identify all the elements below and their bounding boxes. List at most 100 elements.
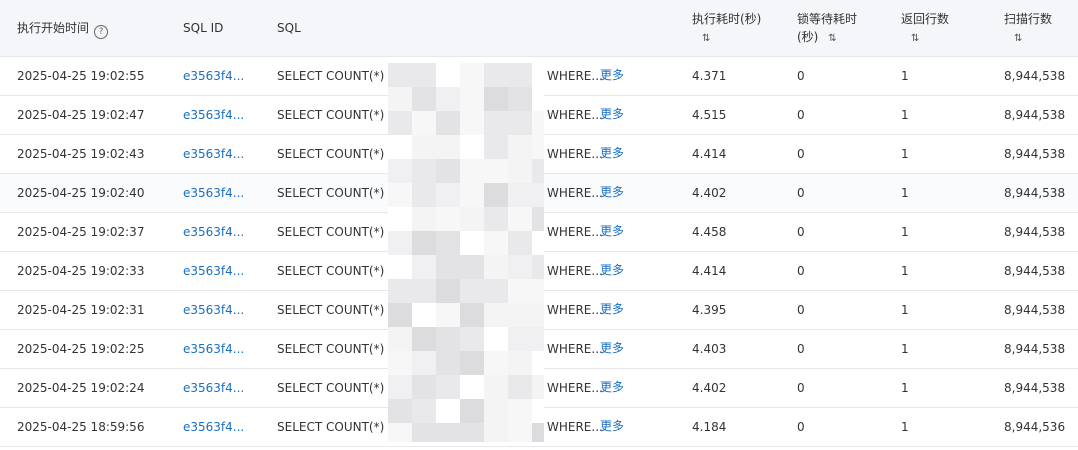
redaction-pixel xyxy=(532,255,544,279)
header-exec-time[interactable]: 执行耗时(秒) ⇅ xyxy=(692,10,761,48)
redaction-pixel xyxy=(460,63,484,87)
more-link[interactable]: 更多 xyxy=(600,134,624,172)
rows-scanned-cell: 8,944,538 xyxy=(1004,303,1066,317)
header-lock-time[interactable]: 锁等待耗时 (秒) ⇅ xyxy=(797,10,857,48)
more-link[interactable]: 更多 xyxy=(600,56,624,94)
redaction-pixel xyxy=(460,303,484,327)
sort-icon[interactable]: ⇅ xyxy=(828,30,836,48)
rows-returned-cell: 1 xyxy=(901,108,909,122)
redaction-pixel xyxy=(508,279,532,303)
more-link[interactable]: 更多 xyxy=(600,329,624,367)
redaction-pixel xyxy=(412,231,436,255)
rows-returned-cell: 1 xyxy=(901,264,909,278)
redaction-pixel xyxy=(388,375,412,399)
sql-text-suffix: WHERE... xyxy=(547,186,603,200)
redaction-pixel xyxy=(460,183,484,207)
redaction-pixel xyxy=(532,327,544,351)
start-time-cell: 2025-04-25 19:02:31 xyxy=(17,303,145,317)
redaction-pixel xyxy=(460,207,484,231)
sql-id-link[interactable]: e3563f4... xyxy=(183,330,244,368)
sql-id-link[interactable]: e3563f4... xyxy=(183,408,244,446)
redaction-pixel xyxy=(436,87,460,111)
more-link[interactable]: 更多 xyxy=(600,251,624,289)
redaction-pixel xyxy=(436,279,460,303)
redaction-pixel xyxy=(412,159,436,183)
redaction-pixel xyxy=(484,399,508,423)
redaction-pixel xyxy=(460,255,484,279)
sql-text-cell: SELECT COUNT(*) AS xyxy=(277,303,404,317)
exec-time-cell: 4.184 xyxy=(692,420,727,434)
exec-time-cell: 4.403 xyxy=(692,342,727,356)
sort-icon[interactable]: ⇅ xyxy=(1014,30,1022,48)
redaction-pixel xyxy=(460,135,484,159)
start-time-cell: 2025-04-25 19:02:37 xyxy=(17,225,145,239)
rows-returned-cell: 1 xyxy=(901,420,909,434)
sort-icon[interactable]: ⇅ xyxy=(702,30,710,48)
sort-icon[interactable]: ⇅ xyxy=(911,30,919,48)
redaction-pixel xyxy=(460,231,484,255)
more-link[interactable]: 更多 xyxy=(600,407,624,445)
more-link[interactable]: 更多 xyxy=(600,173,624,211)
redaction-pixel xyxy=(436,399,460,423)
redaction-pixel xyxy=(532,111,544,135)
redaction-pixel xyxy=(484,87,508,111)
redaction-pixel xyxy=(388,231,412,255)
sql-text-cell: SELECT COUNT(*) AS xyxy=(277,69,404,83)
header-rows-returned[interactable]: 返回行数 ⇅ xyxy=(901,10,949,48)
redaction-pixel xyxy=(436,375,460,399)
redaction-pixel xyxy=(532,207,544,231)
sql-id-link[interactable]: e3563f4... xyxy=(183,291,244,329)
rows-returned-cell: 1 xyxy=(901,381,909,395)
redaction-pixel xyxy=(532,423,544,442)
sql-id-link[interactable]: e3563f4... xyxy=(183,96,244,134)
redaction-pixel xyxy=(484,303,508,327)
start-time-cell: 2025-04-25 19:02:24 xyxy=(17,381,145,395)
sql-text-cell: SELECT COUNT(*) AS xyxy=(277,108,404,122)
redaction-pixel xyxy=(532,159,544,183)
redaction-pixel xyxy=(508,399,532,423)
redaction-pixel xyxy=(412,207,436,231)
redaction-pixel xyxy=(460,87,484,111)
slow-sql-table: 执行开始时间? SQL ID SQL 执行耗时(秒) ⇅ 锁等待耗时 (秒) ⇅… xyxy=(0,0,1078,450)
more-link[interactable]: 更多 xyxy=(600,95,624,133)
redaction-pixel xyxy=(388,351,412,375)
redaction-pixel xyxy=(532,87,544,111)
redaction-pixel xyxy=(436,159,460,183)
sql-text-cell: SELECT COUNT(*) AS xyxy=(277,147,404,161)
sql-id-link[interactable]: e3563f4... xyxy=(183,57,244,95)
sql-id-link[interactable]: e3563f4... xyxy=(183,213,244,251)
header-start-time[interactable]: 执行开始时间? xyxy=(17,19,109,39)
header-sql-id: SQL ID xyxy=(183,21,224,35)
rows-returned-cell: 1 xyxy=(901,303,909,317)
help-icon[interactable]: ? xyxy=(94,25,109,39)
header-lock-time-label: 锁等待耗时 xyxy=(797,12,858,26)
redaction-pixel xyxy=(484,279,508,303)
sql-id-link[interactable]: e3563f4... xyxy=(183,135,244,173)
header-rows-returned-label: 返回行数 xyxy=(901,12,950,26)
redaction-pixel xyxy=(532,375,544,399)
sql-text-suffix: WHERE... xyxy=(547,420,603,434)
redaction-pixel xyxy=(436,207,460,231)
redaction-pixel xyxy=(412,399,436,423)
sql-text-suffix: WHERE... xyxy=(547,264,603,278)
header-start-time-label: 执行开始时间 xyxy=(17,21,90,35)
redaction-pixel xyxy=(508,207,532,231)
redacted-sql-region xyxy=(388,63,544,442)
start-time-cell: 2025-04-25 18:59:56 xyxy=(17,420,145,434)
lock-time-cell: 0 xyxy=(797,342,805,356)
more-link[interactable]: 更多 xyxy=(600,290,624,328)
sql-id-link[interactable]: e3563f4... xyxy=(183,252,244,290)
more-link[interactable]: 更多 xyxy=(600,368,624,406)
sql-id-link[interactable]: e3563f4... xyxy=(183,369,244,407)
redaction-pixel xyxy=(508,327,532,351)
lock-time-cell: 0 xyxy=(797,381,805,395)
sql-id-link[interactable]: e3563f4... xyxy=(183,174,244,212)
lock-time-cell: 0 xyxy=(797,420,805,434)
header-rows-scanned[interactable]: 扫描行数 ⇅ xyxy=(1004,10,1052,48)
sql-text-suffix: WHERE... xyxy=(547,147,603,161)
redaction-pixel xyxy=(484,111,508,135)
redaction-pixel xyxy=(436,303,460,327)
more-link[interactable]: 更多 xyxy=(600,212,624,250)
rows-scanned-cell: 8,944,538 xyxy=(1004,147,1066,161)
redaction-pixel xyxy=(388,111,412,135)
